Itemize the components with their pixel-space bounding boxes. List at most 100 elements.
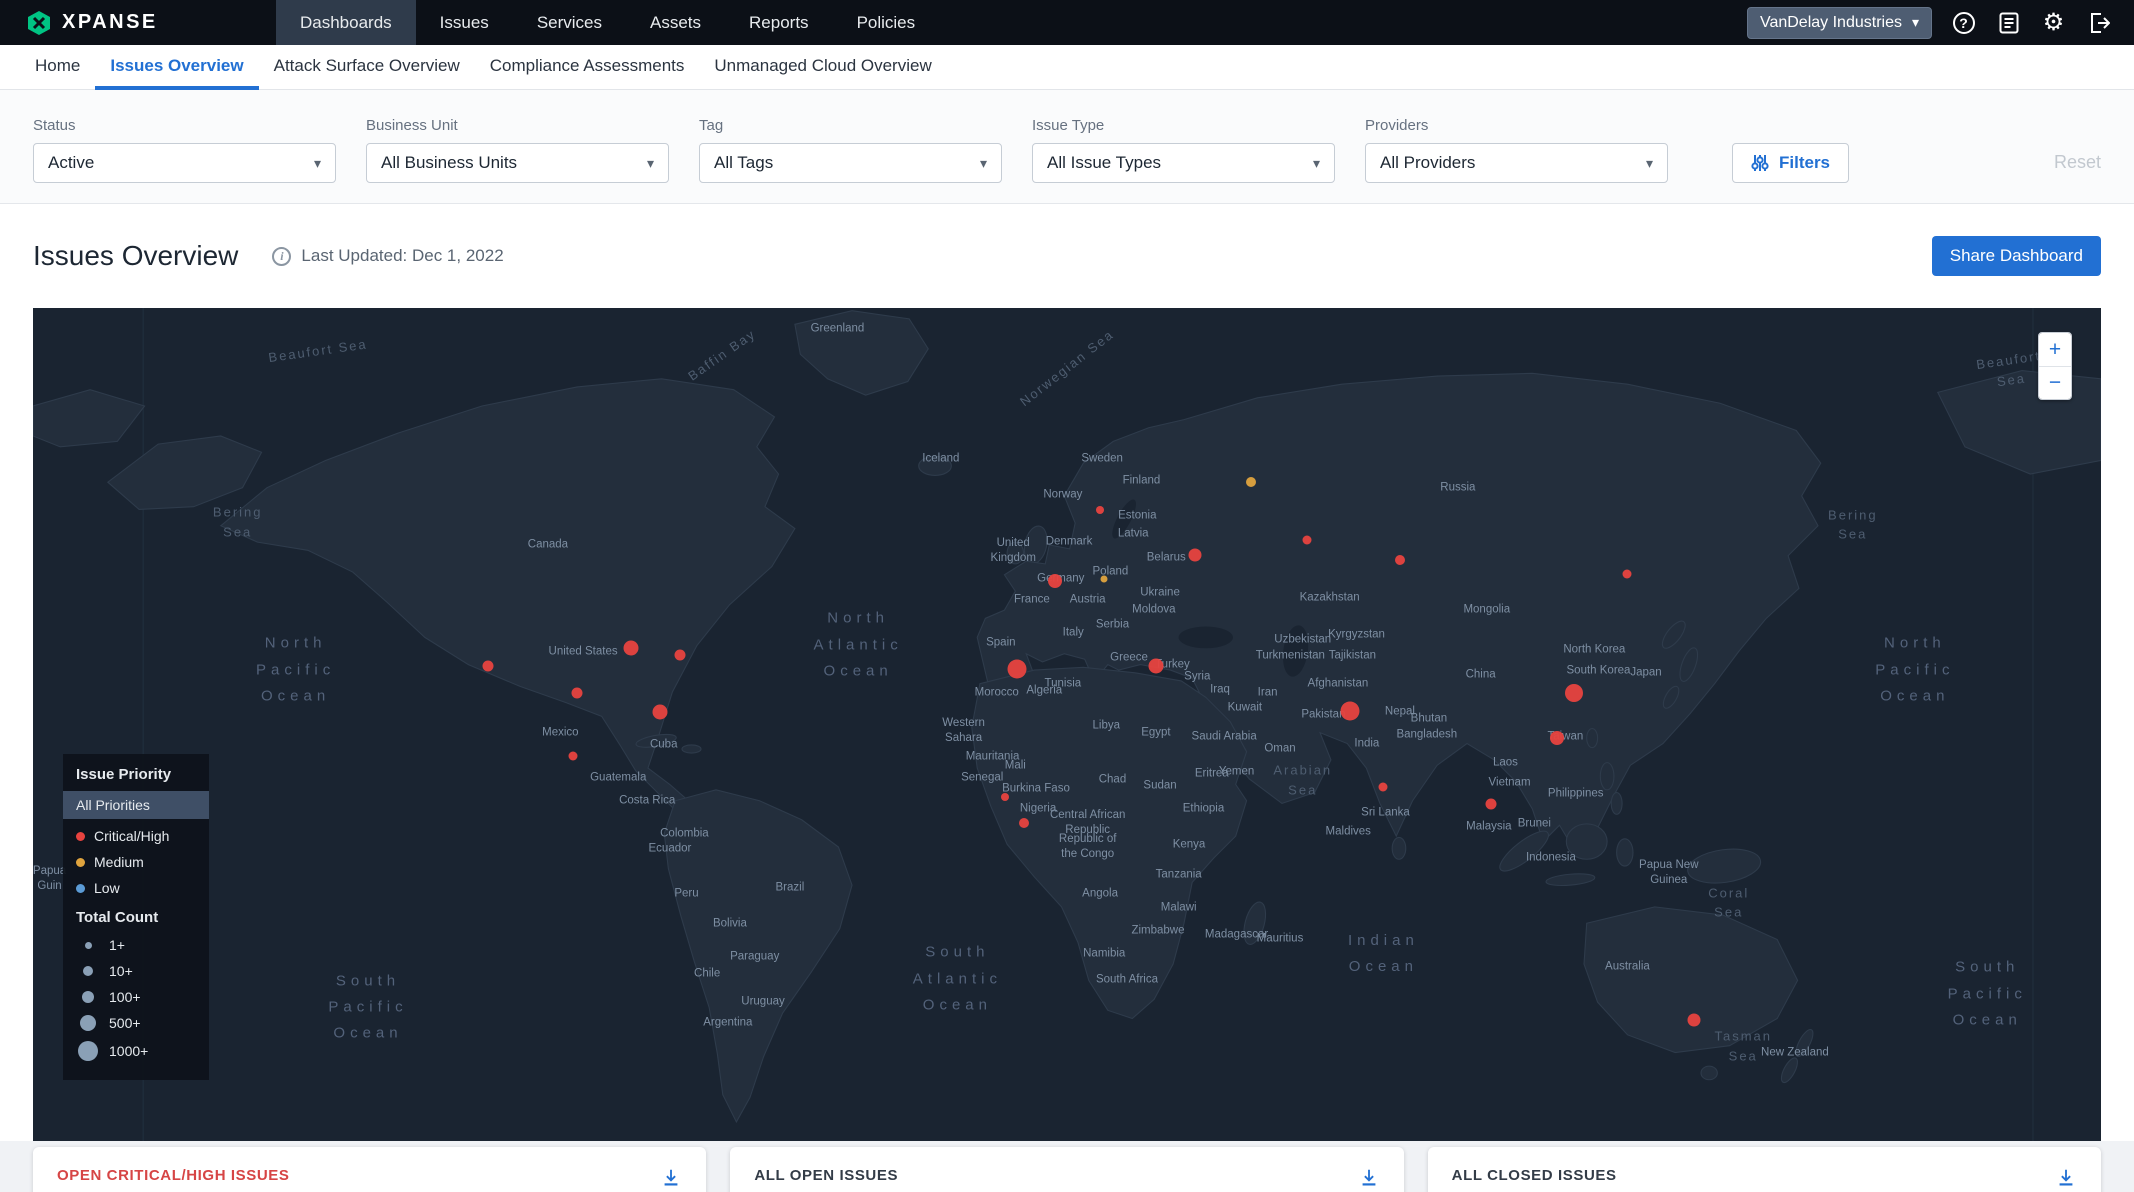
issue-marker-critical[interactable] (1341, 702, 1360, 721)
issue-marker-critical[interactable] (1485, 799, 1496, 810)
reset-filters-link[interactable]: Reset (2054, 152, 2101, 173)
chevron-down-icon: ▾ (314, 155, 321, 172)
legend-count-10: 10+ (63, 958, 209, 984)
chevron-down-icon: ▾ (647, 155, 654, 172)
info-icon: i (272, 247, 291, 266)
issue-marker-critical[interactable] (1096, 506, 1104, 514)
last-updated-text: Last Updated: Dec 1, 2022 (301, 246, 503, 266)
count-circle (82, 991, 94, 1003)
filter-fields: StatusActive▾Business UnitAll Business U… (33, 117, 1698, 183)
zoom-out-button[interactable]: − (2039, 366, 2071, 399)
tab-home[interactable]: Home (20, 45, 95, 90)
select-value-business-unit: All Business Units (381, 153, 517, 173)
select-tag[interactable]: All Tags▾ (699, 143, 1002, 183)
filter-bar: StatusActive▾Business UnitAll Business U… (0, 90, 2134, 204)
legend-count-label: 500+ (109, 1015, 141, 1031)
filter-label-status: Status (33, 117, 336, 134)
count-circle (78, 1041, 98, 1061)
nav-item-services[interactable]: Services (513, 0, 626, 45)
legend-priority-label: Medium (94, 854, 144, 870)
chevron-down-icon: ▾ (1646, 155, 1653, 172)
xpanse-logo-icon (26, 10, 52, 36)
issue-marker-critical[interactable] (571, 687, 582, 698)
issue-marker-critical[interactable] (482, 661, 493, 672)
tab-compliance-assessments[interactable]: Compliance Assessments (475, 45, 700, 90)
legend-priority-critical-high[interactable]: Critical/High (63, 823, 209, 849)
select-value-issue-type: All Issue Types (1047, 153, 1161, 173)
issue-marker-critical[interactable] (1008, 659, 1027, 678)
legend-all-priorities[interactable]: All Priorities (63, 791, 209, 819)
tab-issues-overview[interactable]: Issues Overview (95, 45, 258, 90)
issue-marker-critical[interactable] (652, 705, 667, 720)
tab-unmanaged-cloud-overview[interactable]: Unmanaged Cloud Overview (699, 45, 946, 90)
legend-priority-low[interactable]: Low (63, 875, 209, 901)
sign-out-button[interactable] (2085, 9, 2112, 36)
nav-item-dashboards[interactable]: Dashboards (276, 0, 416, 45)
map-markers-layer (33, 308, 2101, 1141)
issue-marker-critical[interactable] (1302, 535, 1311, 544)
issue-marker-critical[interactable] (1379, 782, 1388, 791)
chevron-down-icon: ▾ (1313, 155, 1320, 172)
count-circle-icon (76, 991, 100, 1003)
account-name: VanDelay Industries (1760, 14, 1902, 32)
issues-table-card-open-critical-high-issues: OPEN CRITICAL/HIGH ISSUES (33, 1147, 706, 1192)
issue-marker-critical[interactable] (1395, 555, 1405, 565)
issue-marker-critical[interactable] (1001, 793, 1009, 801)
release-notes-button[interactable] (1995, 9, 2022, 36)
download-button[interactable] (2055, 1167, 2077, 1192)
brand: XPANSE (0, 0, 276, 45)
issue-marker-critical[interactable] (1565, 684, 1583, 702)
issue-marker-critical[interactable] (1550, 731, 1564, 745)
tab-attack-surface-overview[interactable]: Attack Surface Overview (259, 45, 475, 90)
priority-dot-icon (76, 832, 85, 841)
sign-out-icon (2088, 12, 2110, 34)
issue-marker-critical[interactable] (568, 752, 577, 761)
issue-marker-critical[interactable] (1687, 1014, 1700, 1027)
nav-item-assets[interactable]: Assets (626, 0, 725, 45)
legend-count-100: 100+ (63, 984, 209, 1010)
download-button[interactable] (660, 1167, 682, 1192)
settings-button[interactable]: ⚙ (2040, 9, 2067, 36)
issues-world-map[interactable]: North Pacific OceanNorth Atlantic OceanS… (33, 308, 2101, 1141)
page: XPANSE DashboardsIssuesServicesAssetsRep… (0, 0, 2134, 1192)
priority-dot-icon (76, 884, 85, 893)
legend-priority-medium[interactable]: Medium (63, 849, 209, 875)
filter-field-status: Status Active▾ (33, 117, 336, 183)
issue-marker-critical[interactable] (623, 640, 638, 655)
issue-marker-medium[interactable] (1101, 575, 1108, 582)
select-issue-type[interactable]: All Issue Types ▾ (1032, 143, 1335, 183)
chevron-down-icon: ▾ (1912, 14, 1919, 31)
select-business-unit[interactable]: All Business Units ▾ (366, 143, 669, 183)
legend-count-500: 500+ (63, 1010, 209, 1036)
issue-marker-critical[interactable] (1623, 569, 1632, 578)
legend-count-title: Total Count (63, 901, 209, 932)
download-button[interactable] (1358, 1167, 1380, 1192)
issue-marker-critical[interactable] (675, 650, 686, 661)
select-providers[interactable]: All Providers ▾ (1365, 143, 1668, 183)
nav-item-policies[interactable]: Policies (833, 0, 940, 45)
nav-item-reports[interactable]: Reports (725, 0, 833, 45)
count-circle-icon (76, 1015, 100, 1031)
page-title: Issues Overview (33, 240, 238, 272)
share-dashboard-button[interactable]: Share Dashboard (1932, 236, 2101, 276)
issue-marker-critical[interactable] (1048, 574, 1062, 588)
issue-marker-critical[interactable] (1148, 659, 1163, 674)
count-circle (83, 966, 93, 976)
nav-right: VanDelay Industries ▾ ? ⚙ (1747, 0, 2134, 45)
chevron-down-icon: ▾ (980, 155, 987, 172)
filters-button[interactable]: Filters (1732, 143, 1849, 183)
issue-marker-medium[interactable] (1246, 477, 1256, 487)
sliders-icon (1751, 154, 1769, 172)
issue-marker-critical[interactable] (1189, 548, 1202, 561)
filter-label-issue-type: Issue Type (1032, 117, 1335, 134)
select-value-providers: All Providers (1380, 153, 1475, 173)
account-menu-button[interactable]: VanDelay Industries ▾ (1747, 7, 1932, 39)
zoom-in-button[interactable]: + (2039, 333, 2071, 366)
issue-marker-critical[interactable] (1019, 818, 1029, 828)
nav-item-issues[interactable]: Issues (416, 0, 513, 45)
select-status[interactable]: Active▾ (33, 143, 336, 183)
count-circle-icon (76, 1041, 100, 1061)
legend-priority-title: Issue Priority (63, 766, 209, 783)
legend-count-label: 10+ (109, 963, 133, 979)
help-button[interactable]: ? (1950, 9, 1977, 36)
